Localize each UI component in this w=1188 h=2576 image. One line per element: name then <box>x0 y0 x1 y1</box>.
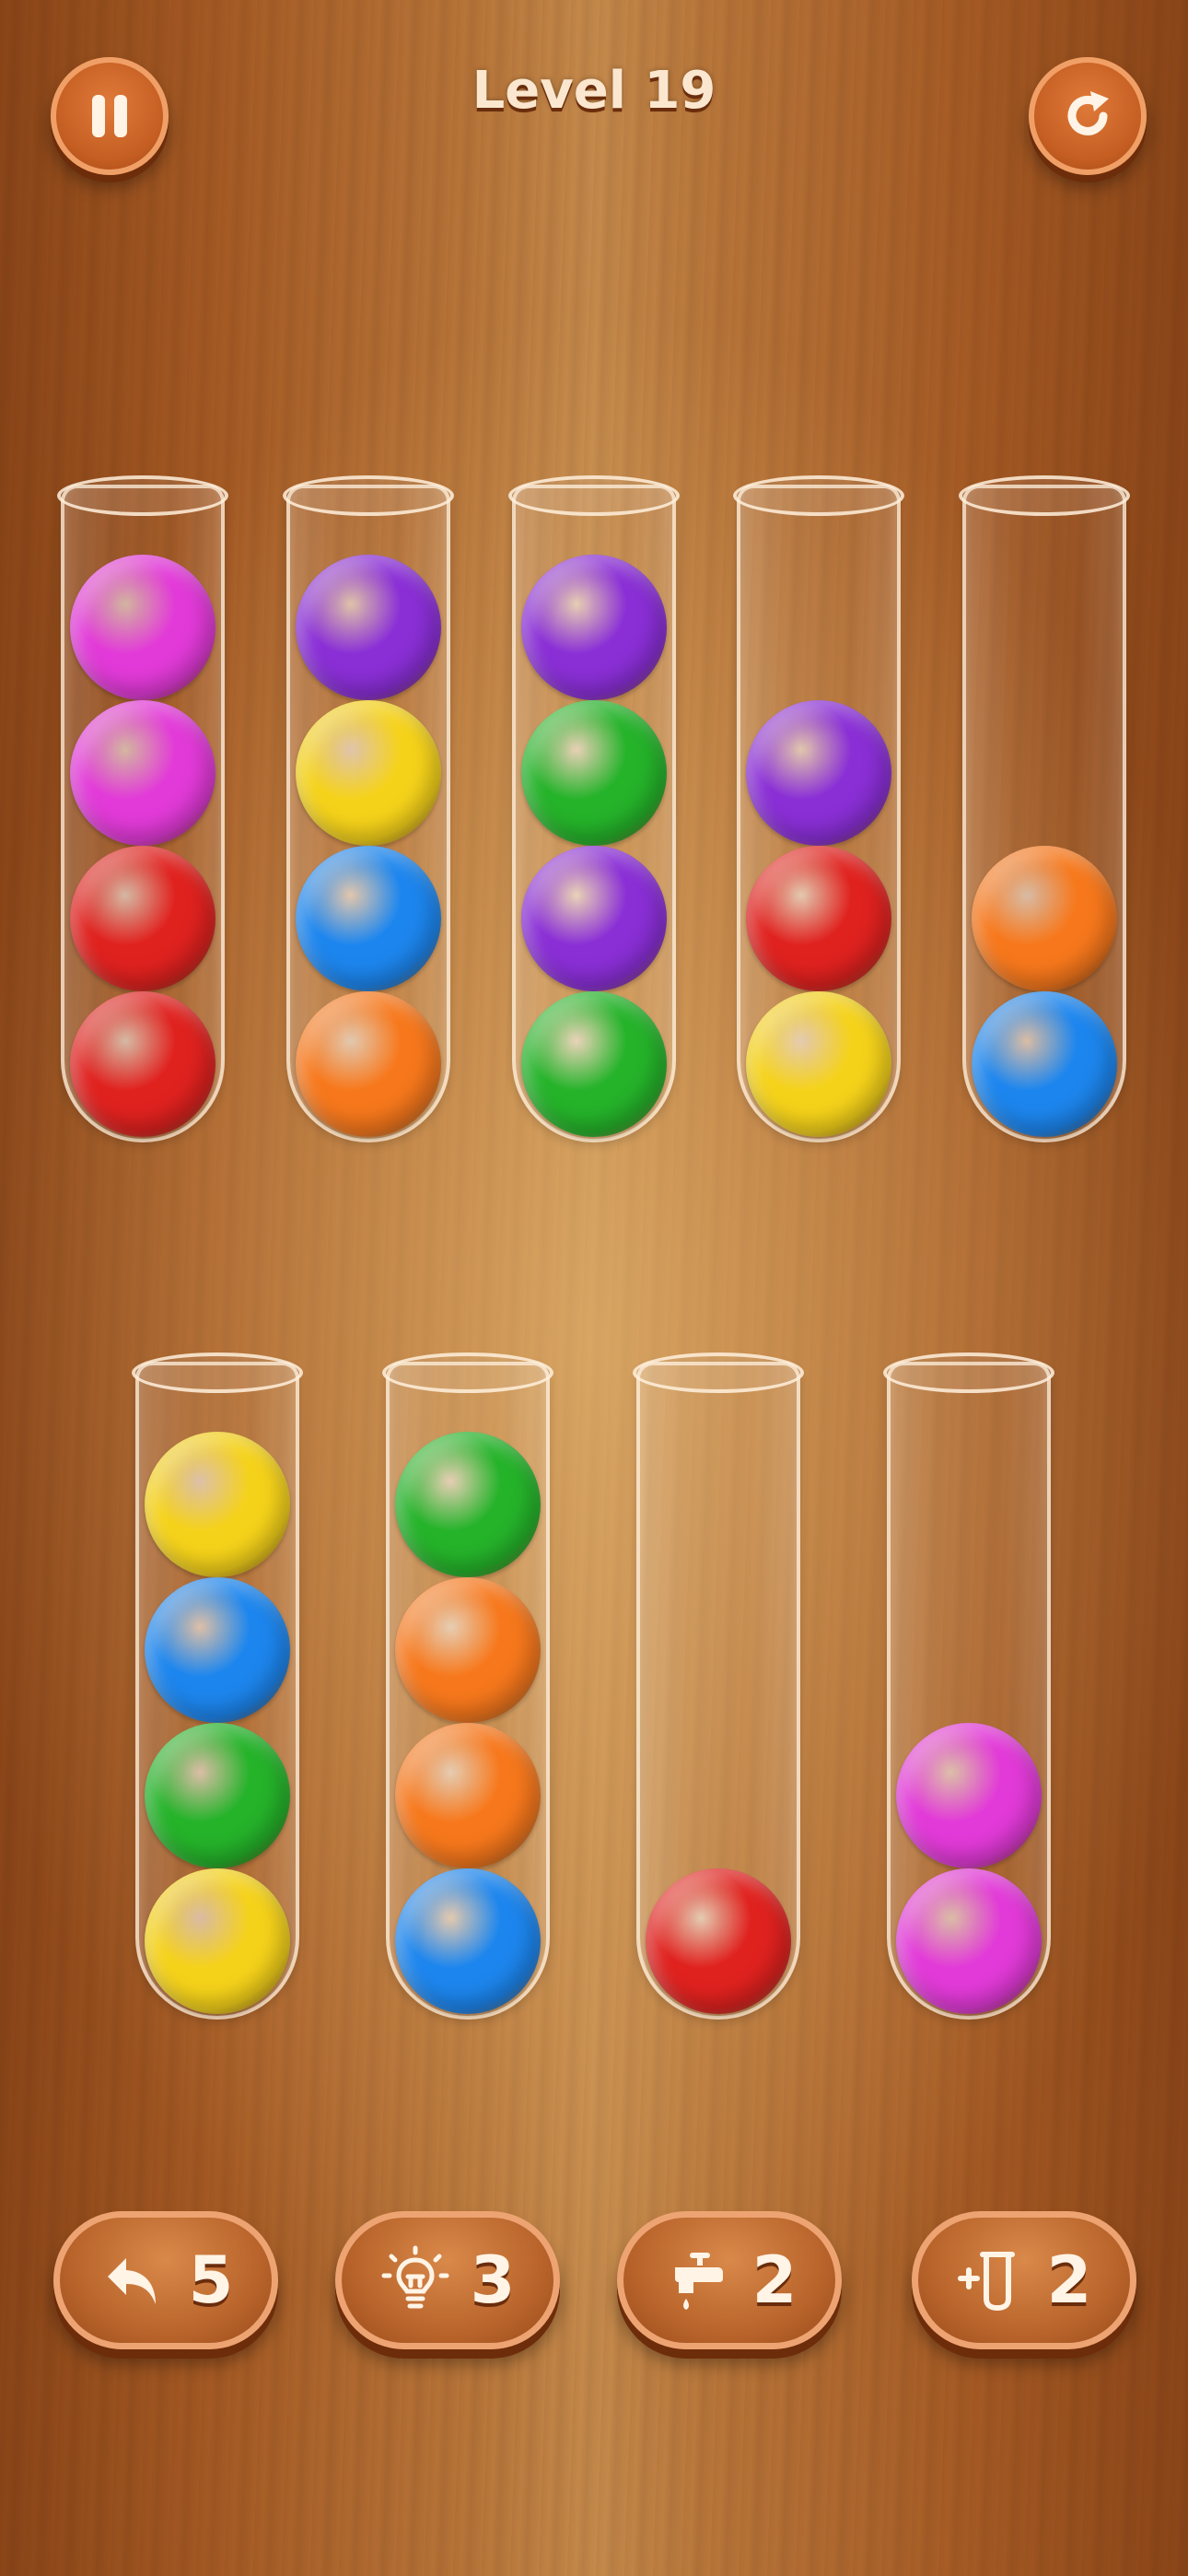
tube-rim <box>883 1352 1054 1393</box>
ball-purple <box>521 846 667 991</box>
ball-green <box>521 991 667 1137</box>
tube-rim <box>283 475 454 516</box>
tube-5[interactable] <box>959 475 1130 1142</box>
ball-blue <box>296 846 441 991</box>
tube-rim <box>382 1352 553 1393</box>
ball-blue <box>972 991 1117 1137</box>
ball-red <box>70 991 215 1137</box>
restart-icon <box>1067 91 1109 135</box>
tube-rim <box>959 475 1130 516</box>
ball-purple <box>521 555 667 700</box>
restart-button[interactable] <box>1029 57 1147 175</box>
undo-count: 5 <box>188 2242 234 2318</box>
add-tube-icon <box>957 2252 1015 2312</box>
tube-8[interactable] <box>633 1352 804 2020</box>
tube-rim <box>57 475 228 516</box>
undo-button[interactable]: 5 <box>53 2211 278 2349</box>
tube-7[interactable] <box>382 1352 553 2020</box>
tube-6[interactable] <box>132 1352 303 2020</box>
tube-rim <box>733 475 904 516</box>
ball-magenta <box>70 700 215 846</box>
drain-count: 2 <box>751 2242 798 2318</box>
tube-3[interactable] <box>508 475 680 1142</box>
ball-yellow <box>296 700 441 846</box>
lightbulb-icon <box>381 2245 449 2309</box>
ball-red <box>646 1868 791 2014</box>
ball-red <box>746 846 891 991</box>
level-title: Level 19 <box>472 61 716 121</box>
ball-green <box>145 1723 290 1868</box>
ball-blue <box>145 1577 290 1723</box>
ball-orange <box>395 1723 541 1868</box>
ball-magenta <box>896 1868 1042 2014</box>
ball-magenta <box>70 555 215 700</box>
tube-rim <box>132 1352 303 1393</box>
hint-button[interactable]: 3 <box>335 2211 560 2349</box>
ball-yellow <box>145 1868 290 2014</box>
faucet-icon <box>674 2253 723 2310</box>
drain-button[interactable]: 2 <box>617 2211 842 2349</box>
tube-4[interactable] <box>733 475 904 1142</box>
tube-rim <box>633 1352 804 1393</box>
ball-orange <box>972 846 1117 991</box>
ball-magenta <box>896 1723 1042 1868</box>
ball-orange <box>395 1577 541 1723</box>
ball-blue <box>395 1868 541 2014</box>
tube-1[interactable] <box>57 475 228 1142</box>
ball-red <box>70 846 215 991</box>
undo-arrow-icon <box>107 2258 156 2304</box>
ball-yellow <box>746 991 891 1137</box>
tube-2[interactable] <box>283 475 454 1142</box>
ball-green <box>395 1432 541 1577</box>
add-tube-count: 2 <box>1046 2242 1092 2318</box>
ball-purple <box>296 555 441 700</box>
add-tube-button[interactable]: 2 <box>912 2211 1136 2349</box>
ball-yellow <box>145 1432 290 1577</box>
hint-count: 3 <box>470 2242 516 2318</box>
tube-9[interactable] <box>883 1352 1054 2020</box>
tube-rim <box>508 475 680 516</box>
ball-green <box>521 700 667 846</box>
ball-purple <box>746 700 891 846</box>
ball-orange <box>296 991 441 1137</box>
